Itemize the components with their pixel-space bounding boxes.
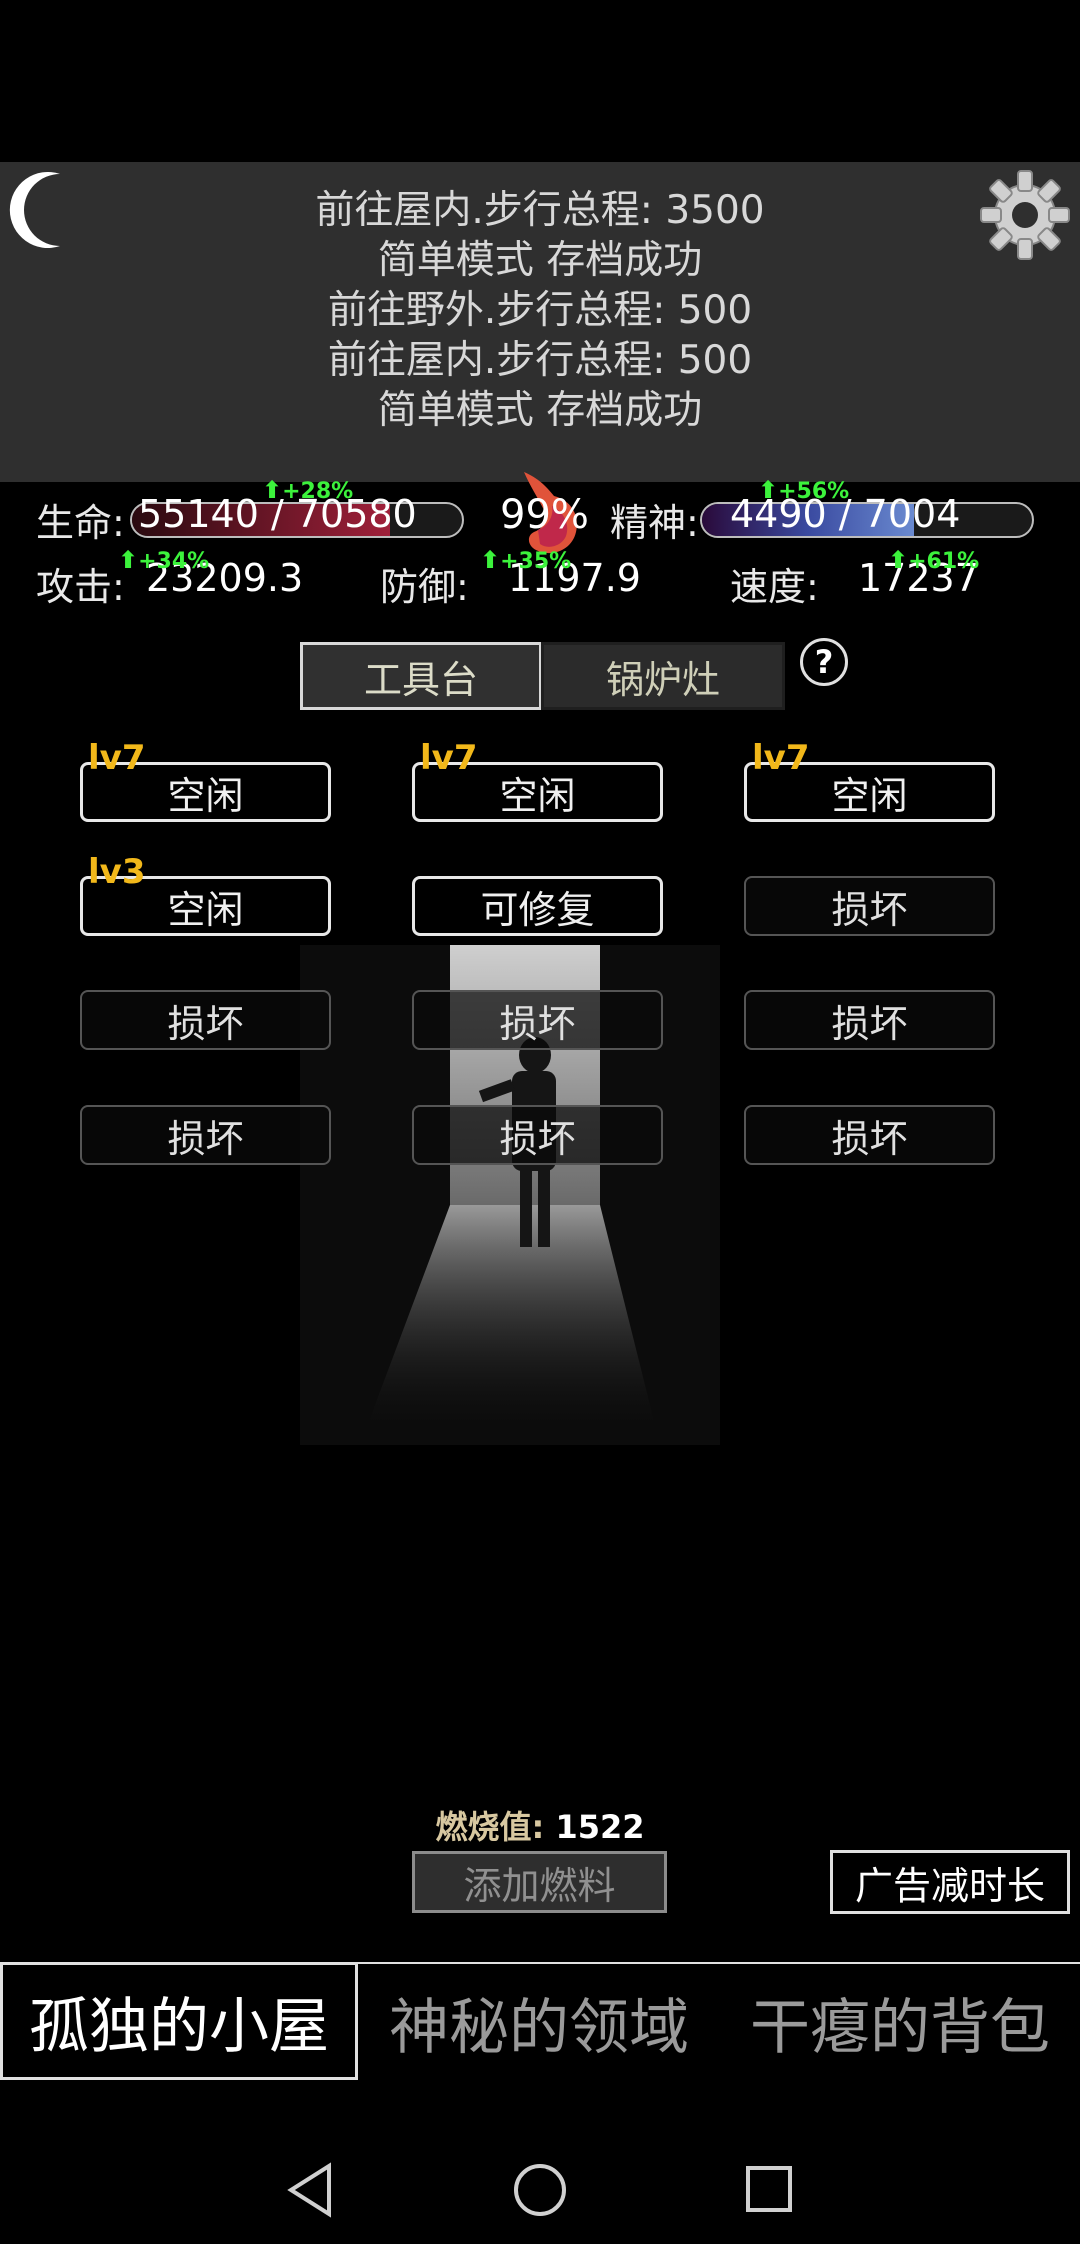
slot-status-label: 可修复 [480, 887, 595, 932]
burn-label: 燃烧值: [435, 1808, 545, 1846]
bottom-nav: 孤独的小屋 神秘的领域 干瘪的背包 [0, 1962, 1080, 2080]
log-line: 前往屋内.步行总程: 500 [327, 338, 753, 383]
workbench-slot[interactable]: 损坏 [80, 1105, 331, 1165]
slot-level-badge: lv3 [88, 852, 146, 892]
defense-buff: ⬆+35% [480, 546, 572, 574]
moon-icon[interactable] [8, 168, 78, 252]
slot-level-badge: lv7 [420, 738, 478, 778]
tab-workbench[interactable]: 工具台 [300, 642, 542, 710]
slot-level-badge: lv7 [88, 738, 146, 778]
slot-status-label: 损坏 [831, 1001, 908, 1046]
slot-status-label: 损坏 [499, 1001, 576, 1046]
spirit-label: 精神: [610, 501, 699, 545]
slot-status-label: 损坏 [167, 1116, 244, 1161]
life-label: 生命: [36, 501, 125, 545]
slot-status-label: 损坏 [831, 1116, 908, 1161]
life-buff: ⬆+28% [262, 476, 354, 504]
workbench-slot[interactable]: 损坏 [412, 990, 663, 1050]
workbench-slot[interactable]: 损坏 [744, 1105, 995, 1165]
add-fuel-button[interactable]: 添加燃料 [412, 1851, 667, 1913]
attack-buff: ⬆+34% [118, 546, 210, 574]
message-log-panel: 前往屋内.步行总程: 3500 简单模式 存档成功 前往野外.步行总程: 500… [0, 162, 1080, 482]
slot-status-label: 空闲 [831, 773, 908, 818]
workbench-slot[interactable]: 损坏 [80, 990, 331, 1050]
back-icon[interactable] [285, 2160, 335, 2224]
nav-tab-cabin[interactable]: 孤独的小屋 [0, 1962, 358, 2080]
log-line: 前往野外.步行总程: 500 [327, 288, 753, 333]
slot-status-label: 空闲 [167, 887, 244, 932]
workbench-slot[interactable]: 损坏 [412, 1105, 663, 1165]
ad-reduce-time-button[interactable]: 广告减时长 [830, 1850, 1070, 1914]
log-line: 简单模式 存档成功 [377, 388, 703, 433]
burn-value-display: 燃烧值: 1522 [380, 1802, 700, 1848]
log-line: 简单模式 存档成功 [377, 238, 703, 283]
message-log: 前往屋内.步行总程: 3500 简单模式 存档成功 前往野外.步行总程: 500… [0, 186, 1080, 436]
nav-tab-bag[interactable]: 干瘪的背包 [720, 1962, 1080, 2080]
slot-status-label: 损坏 [167, 1001, 244, 1046]
slot-status-label: 损坏 [831, 887, 908, 932]
slot-status-label: 空闲 [499, 773, 576, 818]
nav-tab-domain[interactable]: 神秘的领域 [358, 1962, 720, 2080]
slot-status-label: 损坏 [499, 1116, 576, 1161]
home-icon[interactable] [512, 2160, 568, 2224]
log-line: 前往屋内.步行总程: 3500 [315, 188, 765, 233]
slot-status-label: 空闲 [167, 773, 244, 818]
tab-boiler[interactable]: 锅炉灶 [541, 642, 785, 710]
speed-buff: ⬆+61% [888, 546, 980, 574]
workbench-slot[interactable]: 损坏 [744, 876, 995, 936]
recents-icon[interactable] [744, 2160, 794, 2224]
settings-gear-icon[interactable] [975, 165, 1075, 265]
spirit-buff: ⬆+56% [758, 476, 850, 504]
speed-label: 速度: [730, 565, 819, 609]
hunger-percent: 99% [500, 492, 589, 538]
attack-label: 攻击: [36, 565, 125, 609]
help-icon[interactable]: ? [800, 638, 848, 686]
burn-value: 1522 [555, 1808, 645, 1846]
workbench-slot[interactable]: 损坏 [744, 990, 995, 1050]
workbench-slot[interactable]: 可修复 [412, 876, 663, 936]
slot-level-badge: lv7 [752, 738, 810, 778]
defense-label: 防御: [380, 565, 469, 609]
